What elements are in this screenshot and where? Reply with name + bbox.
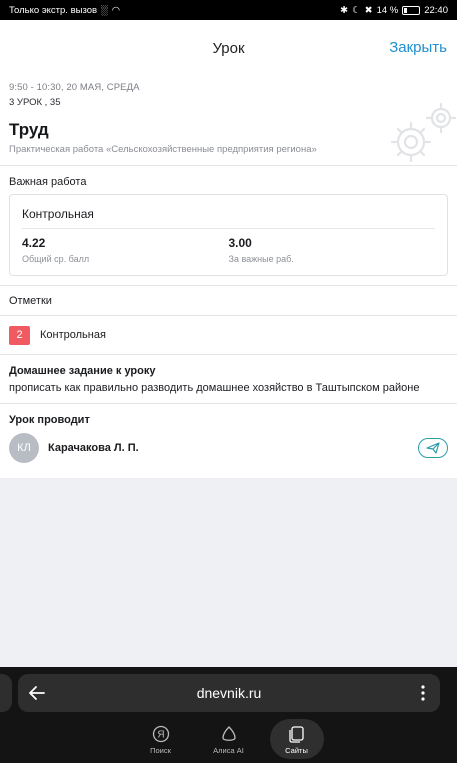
card-title: Контрольная — [22, 207, 435, 229]
stat-overall-label: Общий ср. балл — [22, 254, 90, 264]
mark-label: Контрольная — [40, 329, 106, 341]
close-button[interactable]: Закрыть — [389, 39, 447, 56]
card-stats: 4.22 Общий ср. балл 3.00 За важные раб. — [22, 236, 435, 264]
teacher-row: КЛ Карачакова Л. П. — [9, 433, 448, 463]
paper-plane-icon — [426, 442, 440, 454]
lesson-info: 9:50 - 10:30, 20 МАЯ, СРЕДА 3 УРОК , 35 … — [0, 76, 457, 166]
lesson-sheet: Урок Закрыть 9:50 - 10:30, 20 МАЯ, СРЕДА… — [0, 20, 457, 478]
teacher-section: Урок проводит КЛ Карачакова Л. П. — [0, 404, 457, 474]
battery-percent: 14 % — [376, 4, 399, 16]
stat-overall: 4.22 Общий ср. балл — [22, 236, 229, 264]
battery-icon — [402, 5, 421, 15]
tab-stub[interactable] — [0, 674, 12, 712]
svg-text:Я: Я — [157, 730, 164, 741]
lesson-subject: Труд — [9, 120, 49, 139]
bluetooth-icon: ✱ — [340, 4, 349, 16]
marks-label: Отметки — [0, 286, 457, 316]
address-bar[interactable]: dnevnik.ru — [18, 674, 440, 712]
stat-important-value: 3.00 — [228, 236, 252, 250]
back-arrow-icon[interactable] — [28, 684, 46, 702]
lesson-datetime: 9:50 - 10:30, 20 МАЯ, СРЕДА — [9, 82, 140, 93]
gears-icon — [390, 102, 457, 163]
mark-badge: 2 — [9, 325, 30, 345]
moon-icon: ☾ — [352, 4, 361, 16]
alice-icon — [221, 726, 236, 741]
homework-label: Домашнее задание к уроку — [9, 365, 156, 377]
sheet-title: Урок — [212, 39, 245, 57]
status-bar: Только экстр. вызов ░ ◠ ✱ ☾ ✖ 14 % 22:40 — [0, 0, 457, 20]
wifi-icon: ◠ — [111, 4, 121, 16]
nav-search[interactable]: Я Поиск — [134, 719, 188, 759]
sheet-header: Урок Закрыть — [0, 20, 457, 76]
lesson-number: 3 УРОК , 35 — [9, 97, 61, 108]
nav-alice-label: Алиса AI — [213, 746, 244, 755]
sites-icon — [288, 726, 304, 743]
carrier-text: Только экстр. вызов — [9, 4, 98, 16]
nav-sites-label: Сайты — [285, 746, 308, 755]
mark-row[interactable]: 2 Контрольная — [0, 316, 457, 355]
mute-icon: ✖ — [364, 4, 373, 16]
lesson-topic: Практическая работа «Сельскохозяйственны… — [9, 144, 317, 155]
avatar: КЛ — [9, 433, 39, 463]
browser-bar: dnevnik.ru Я Поиск Алиса AI Сайты — [0, 667, 457, 763]
nav-sites[interactable]: Сайты — [269, 719, 324, 759]
more-menu-icon[interactable] — [420, 684, 426, 702]
yandex-search-icon: Я — [152, 725, 169, 743]
important-work-label: Важная работа — [9, 176, 87, 188]
stat-important: 3.00 За важные раб. — [229, 236, 436, 264]
stat-important-label: За важные раб. — [228, 254, 294, 264]
divider — [0, 276, 457, 286]
important-work-card[interactable]: Контрольная 4.22 Общий ср. балл 3.00 За … — [9, 194, 448, 276]
nav-search-label: Поиск — [150, 746, 171, 755]
nav-alice[interactable]: Алиса AI — [202, 719, 256, 759]
clock: 22:40 — [424, 4, 448, 16]
teacher-name: Карачакова Л. П. — [48, 442, 139, 454]
homework-text: прописать как правильно разводить домашн… — [9, 382, 420, 394]
send-message-button[interactable] — [418, 438, 448, 458]
teacher-label: Урок проводит — [9, 414, 90, 426]
stat-overall-value: 4.22 — [22, 236, 46, 250]
url-text[interactable]: dnevnik.ru — [18, 685, 440, 701]
homework-section: Домашнее задание к уроку прописать как п… — [0, 355, 457, 404]
signal-icon: ░ — [101, 4, 108, 16]
browser-nav: Я Поиск Алиса AI Сайты — [0, 719, 457, 763]
